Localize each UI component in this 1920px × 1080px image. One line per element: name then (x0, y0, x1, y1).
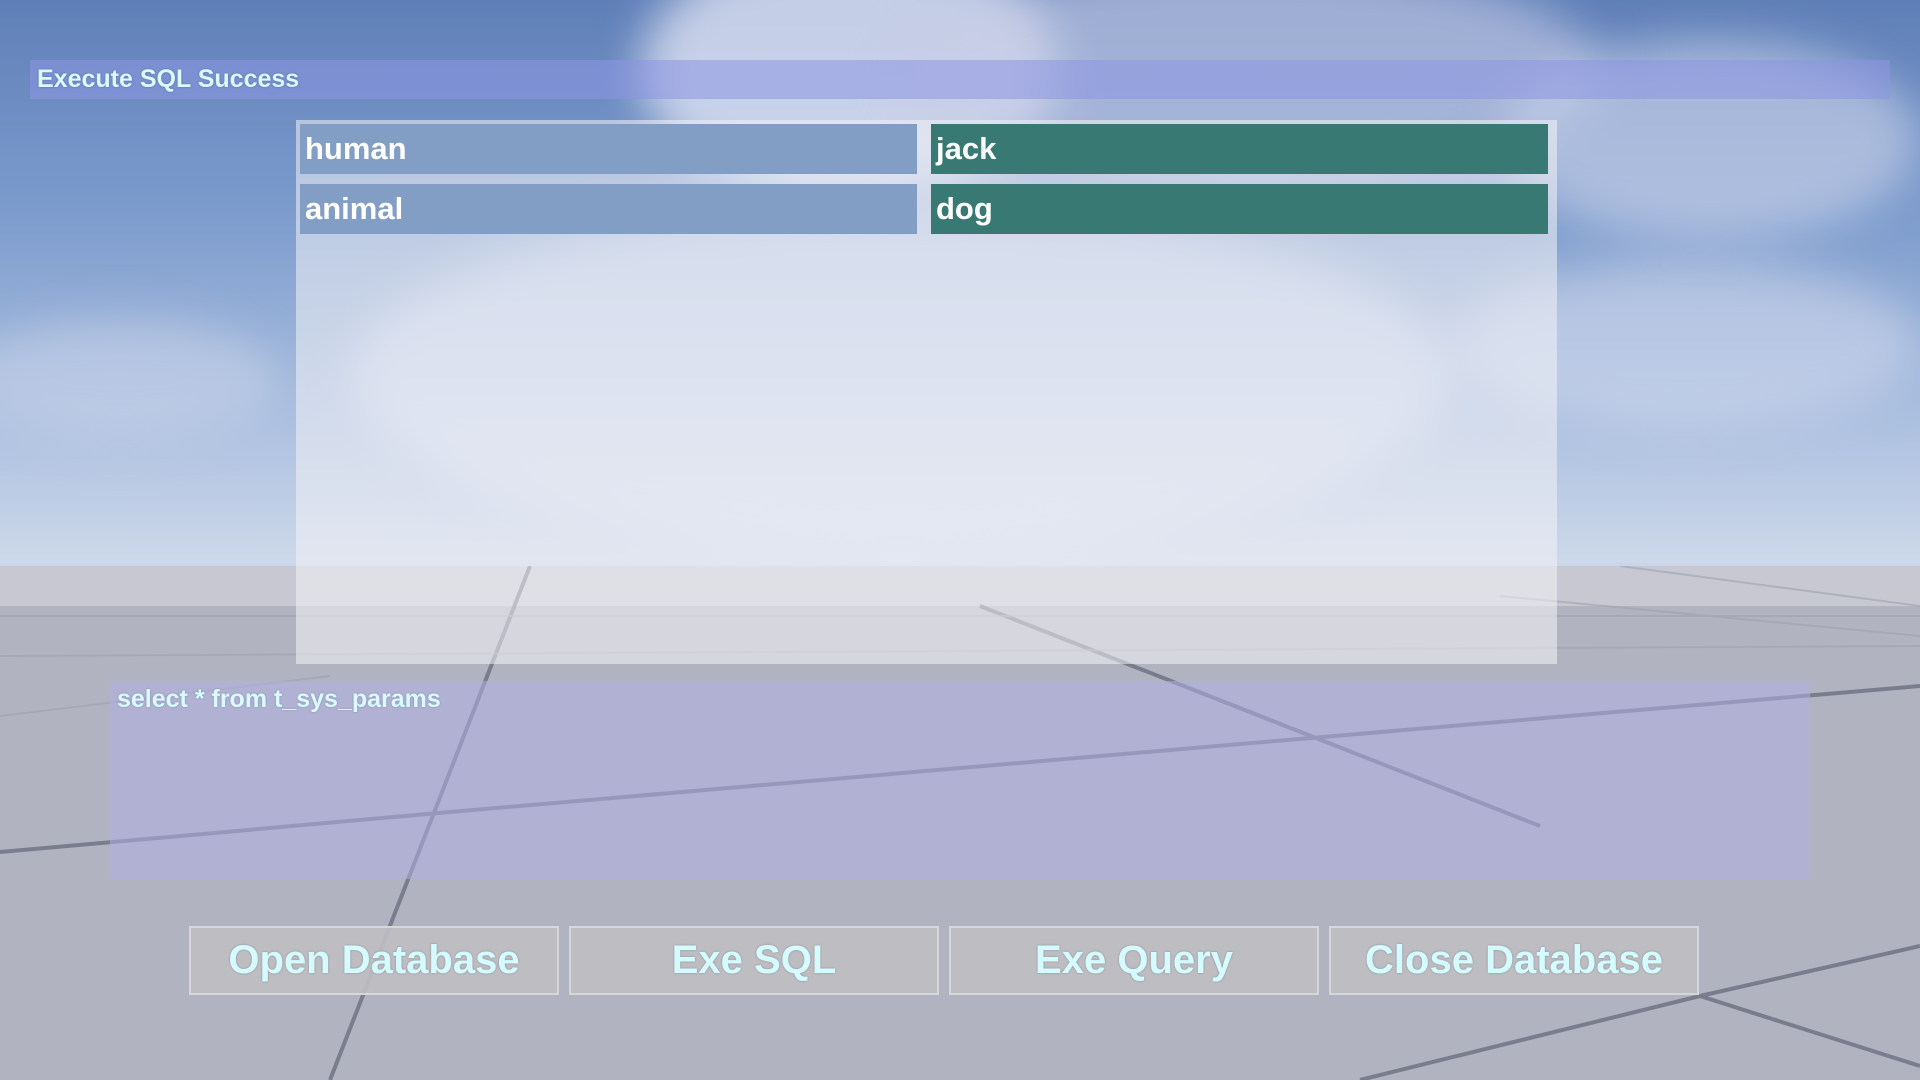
result-value-cell: dog (931, 184, 1548, 234)
status-bar: Execute SQL Success (30, 60, 1890, 99)
cloud (0, 320, 280, 440)
result-key-cell: human (300, 124, 917, 174)
sql-input[interactable]: select * from t_sys_params (110, 681, 1810, 879)
exe-sql-button[interactable]: Exe SQL (569, 926, 939, 995)
sql-input-text[interactable]: select * from t_sys_params (117, 681, 441, 717)
status-message: Execute SQL Success (37, 65, 300, 93)
result-key-cell: animal (300, 184, 917, 234)
open-database-button[interactable]: Open Database (189, 926, 559, 995)
result-value-cell: jack (931, 124, 1548, 174)
exe-query-button[interactable]: Exe Query (949, 926, 1319, 995)
close-database-button[interactable]: Close Database (1329, 926, 1699, 995)
query-results-panel: human jack animal dog (296, 120, 1557, 664)
